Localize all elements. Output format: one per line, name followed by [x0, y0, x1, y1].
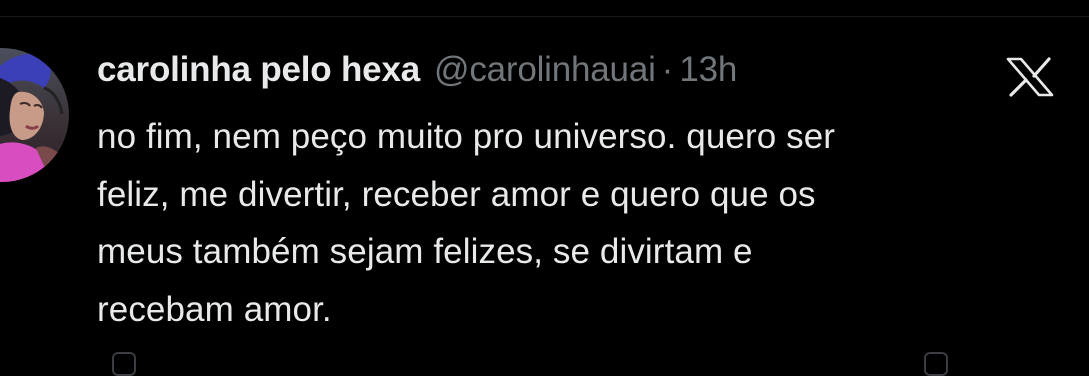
avatar[interactable]: [0, 48, 69, 182]
display-name[interactable]: carolinha pelo hexa: [97, 50, 420, 90]
user-handle[interactable]: @carolinhauai: [434, 50, 656, 90]
tweet-text-line: feliz, me divertir, receber amor e quero…: [97, 174, 816, 214]
tweet-text-line: meus também sejam felizes, se divirtam e: [97, 232, 753, 271]
tweet-text: no fim, nem peço muito pro universo. que…: [97, 108, 1057, 338]
tweet-text-line: no fim, nem peço muito pro universo. que…: [97, 117, 836, 156]
tweet-card[interactable]: carolinha pelo hexa @carolinhauai · 13h …: [0, 0, 1089, 376]
timestamp[interactable]: 13h: [679, 50, 737, 90]
share-icon[interactable]: [924, 352, 948, 376]
x-logo-icon: [1006, 57, 1054, 97]
tweet-text-line: recebam amor.: [97, 289, 332, 329]
divider: [0, 16, 1089, 17]
reply-icon[interactable]: [112, 352, 136, 376]
separator-dot: ·: [661, 50, 674, 89]
tweet-header: carolinha pelo hexa @carolinhauai · 13h: [97, 50, 737, 96]
avatar-image: [0, 48, 69, 182]
